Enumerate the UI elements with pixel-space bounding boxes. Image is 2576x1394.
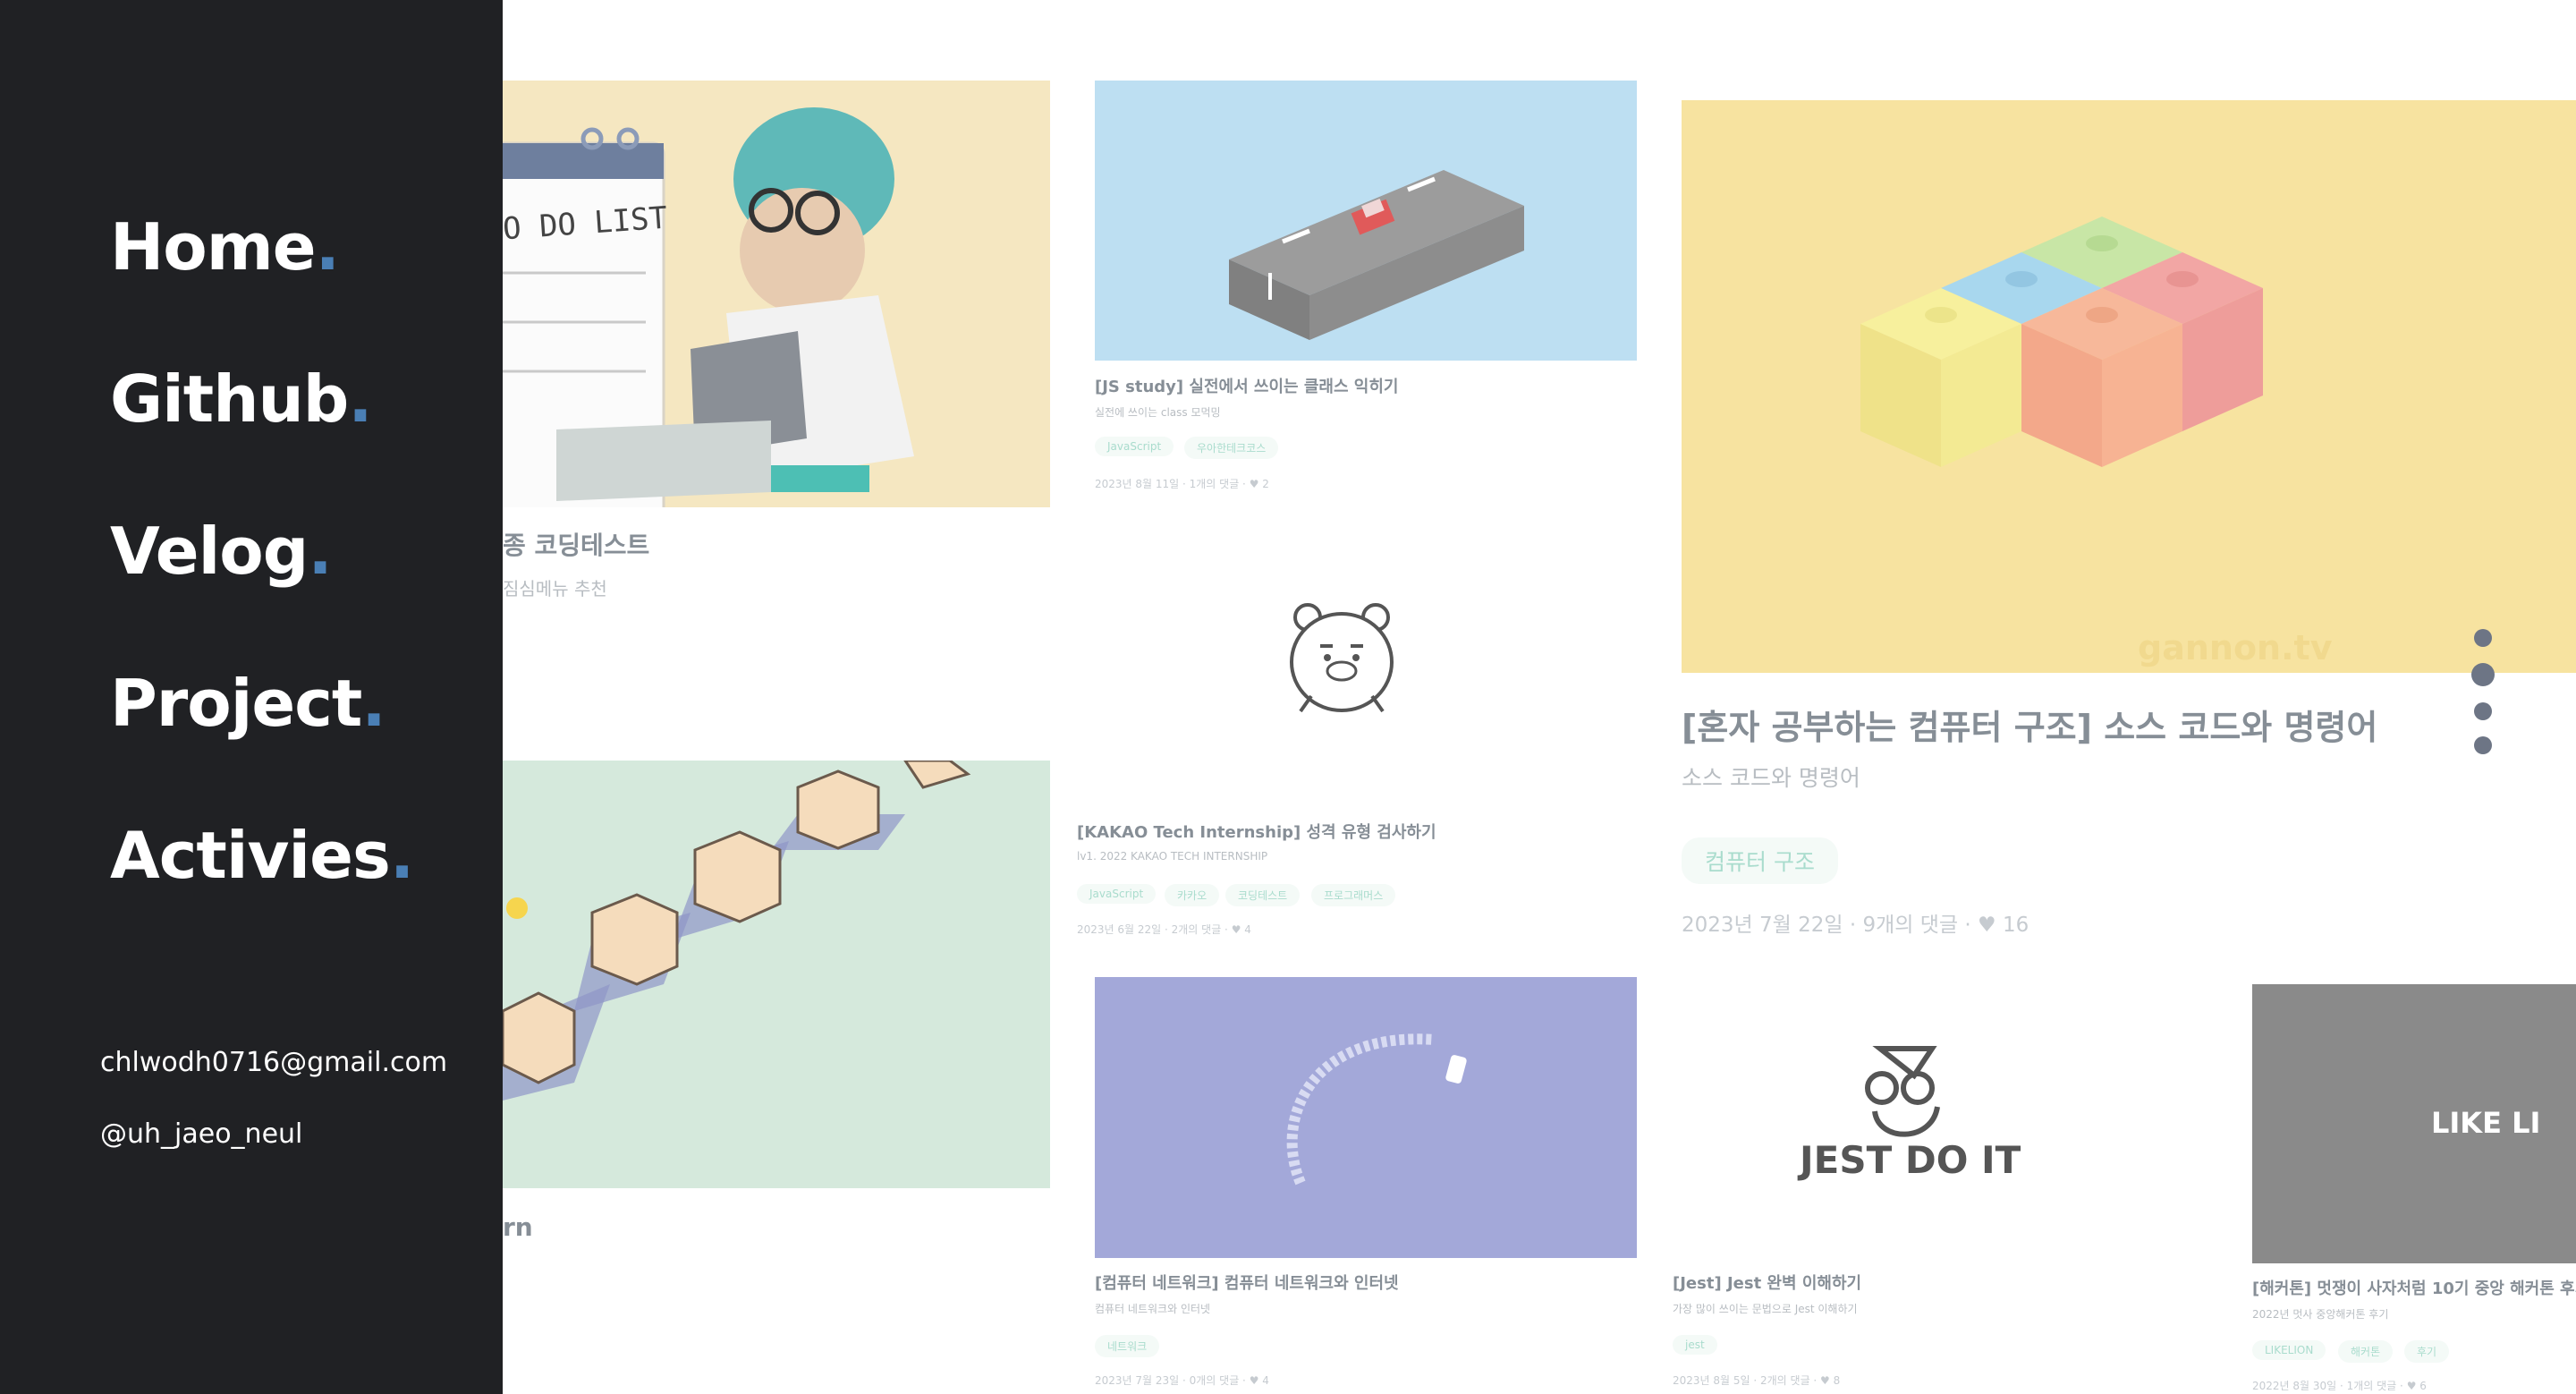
lego-illustration	[1860, 217, 2263, 467]
nav-velog-label: Velog	[110, 514, 309, 589]
nav-github-link[interactable]: Github.	[110, 367, 413, 519]
post-date-featured: 2023년 7월 22일	[1682, 914, 1843, 937]
contact-email[interactable]: chlwodh0716@gmail.com	[100, 1047, 447, 1078]
post-tag-hackathon-0[interactable]: LIKELION	[2252, 1340, 2326, 1360]
post-title-featured: [혼자 공부하는 컴퓨터 구조] 소스 코드와 명령어	[1682, 708, 2378, 747]
section-pager	[2470, 629, 2496, 770]
post-tag-kakao-3[interactable]: 프로그래머스	[1311, 884, 1396, 906]
post-card-jest[interactable]: JEST DO IT [Jest] Jest 완벽 이해하기 가장 많이 쓰이는…	[1673, 977, 2191, 1394]
post-thumbnail-jest: JEST DO IT	[1673, 977, 2191, 1258]
sidebar: Home. Github. Velog. Project. Activies. …	[0, 0, 503, 1394]
pager-dot-2-active[interactable]	[2471, 663, 2495, 686]
post-thumbnail-boxes	[503, 761, 1050, 1188]
jest-thumb-text: JEST DO IT	[1800, 1138, 2021, 1182]
post-card-todo[interactable]: O DO LIST 종 코딩테스트 짐심메뉴 추천	[503, 81, 1050, 617]
post-title-boxes: rn	[503, 1212, 533, 1242]
pager-dot-1[interactable]	[2474, 629, 2492, 647]
post-meta-network: 2023년 7월 23일 · 0개의 댓글 · ♥ 4	[1095, 1374, 1269, 1387]
post-thumbnail-todo: O DO LIST	[503, 81, 1050, 507]
nav-github-label: Github	[110, 361, 349, 437]
nav-project-label: Project	[110, 666, 362, 741]
ryan-illustration	[1290, 603, 1394, 713]
featured-watermark: gannon.tv	[2138, 628, 2333, 667]
post-tag-hackathon-2[interactable]: 후기	[2404, 1340, 2450, 1363]
pager-dot-3[interactable]	[2474, 702, 2492, 720]
meta-separator: ·	[1964, 914, 1979, 937]
post-meta-js-study: 2023년 8월 11일 · 1개의 댓글 · ♥ 2	[1095, 478, 1269, 490]
todo-illustration	[503, 107, 914, 507]
post-tag-kakao-0[interactable]: JavaScript	[1077, 884, 1157, 904]
post-title-network: [컴퓨터 네트워크] 컴퓨터 네트워크와 인터넷	[1095, 1274, 1399, 1293]
post-card-kakao[interactable]: [KAKAO Tech Internship] 성격 유형 검사하기 lv1. …	[1077, 537, 1637, 948]
nav-github-dot: .	[348, 361, 372, 437]
post-card-hackathon[interactable]: LIKE LI [해커톤] 멋쟁이 사자처럼 10기 중앙 해커톤 후기( 20…	[2252, 984, 2576, 1394]
post-title-jest: [Jest] Jest 완벽 이해하기	[1673, 1274, 1862, 1293]
post-likes-featured: 16	[2002, 914, 2029, 937]
post-gallery: O DO LIST 종 코딩테스트 짐심메뉴 추천 [JS study] 실전에…	[503, 0, 2576, 1394]
post-tag-js-study-1[interactable]: 우아한테크코스	[1184, 437, 1279, 459]
network-illustration	[1286, 1033, 1467, 1186]
post-subtitle-js-study: 실전에 쓰이는 class 모먹밍	[1095, 406, 1221, 419]
post-meta-featured: 2023년 7월 22일 · 9개의 댓글 · ♥ 16	[1682, 907, 2029, 938]
post-thumbnail-featured: gannon.tv	[1682, 100, 2576, 673]
post-thumbnail-kakao	[1077, 537, 1637, 805]
post-subtitle-hackathon: 2022년 멋사 중앙해커톤 후기	[2252, 1308, 2389, 1321]
post-tag-jest-0[interactable]: jest	[1673, 1335, 1717, 1355]
post-tag-featured[interactable]: 컴퓨터 구조	[1682, 837, 1838, 884]
post-comments-featured: 9개의 댓글	[1862, 914, 1959, 937]
nav-activies-link[interactable]: Activies.	[110, 823, 414, 975]
nav-home-link[interactable]: Home.	[110, 215, 413, 367]
nav-activies-dot: .	[389, 818, 414, 893]
post-subtitle-jest: 가장 많이 쓰이는 문법으로 Jest 이해하기	[1673, 1303, 1858, 1315]
hackathon-thumb-text: LIKE LI	[2431, 1106, 2541, 1140]
post-meta-jest: 2023년 8월 5일 · 2개의 댓글 · ♥ 8	[1673, 1374, 1841, 1387]
post-tag-kakao-2[interactable]: 코딩테스트	[1225, 884, 1301, 906]
heart-icon: ♥	[1978, 914, 1996, 937]
nav-home-label: Home	[110, 209, 317, 285]
nav-activies-label: Activies	[110, 818, 391, 893]
post-thumbnail-hackathon: LIKE LI	[2252, 984, 2576, 1263]
meta-separator: ·	[1849, 914, 1863, 937]
sidebar-nav: Home. Github. Velog. Project. Activies.	[110, 215, 414, 975]
contact-handle[interactable]: @uh_jaeo_neul	[100, 1118, 302, 1150]
post-subtitle-kakao: lv1. 2022 KAKAO TECH INTERNSHIP	[1077, 850, 1268, 863]
post-tag-hackathon-1[interactable]: 해커톤	[2338, 1340, 2394, 1363]
post-meta-hackathon: 2022년 8월 30일 · 1개의 댓글 · ♥ 6	[2252, 1380, 2427, 1392]
post-tag-js-study-0[interactable]: JavaScript	[1095, 437, 1174, 456]
post-thumbnail-network	[1095, 977, 1637, 1258]
post-tag-network-0[interactable]: 네트워크	[1095, 1335, 1160, 1357]
nav-project-link[interactable]: Project.	[110, 671, 413, 823]
road-illustration	[1229, 170, 1524, 340]
post-card-featured[interactable]: gannon.tv [혼자 공부하는 컴퓨터 구조] 소스 코드와 명령어 소스…	[1682, 100, 2576, 941]
post-title-todo: 종 코딩테스트	[503, 531, 650, 560]
nav-project-dot: .	[361, 666, 386, 741]
post-thumbnail-js-study	[1095, 81, 1637, 361]
post-meta-kakao: 2023년 6월 22일 · 2개의 댓글 · ♥ 4	[1077, 923, 1251, 936]
post-subtitle-network: 컴퓨터 네트워크와 인터넷	[1095, 1303, 1211, 1315]
nav-velog-link[interactable]: Velog.	[110, 519, 413, 671]
pager-dot-4[interactable]	[2474, 736, 2492, 754]
post-title-kakao: [KAKAO Tech Internship] 성격 유형 검사하기	[1077, 823, 1436, 842]
nav-velog-dot: .	[308, 514, 332, 589]
post-card-network[interactable]: [컴퓨터 네트워크] 컴퓨터 네트워크와 인터넷 컴퓨터 네트워크와 인터넷 네…	[1095, 977, 1637, 1394]
post-title-hackathon: [해커톤] 멋쟁이 사자처럼 10기 중앙 해커톤 후기(	[2252, 1279, 2576, 1298]
post-tag-kakao-1[interactable]: 카카오	[1165, 884, 1220, 906]
post-subtitle-todo: 짐심메뉴 추천	[503, 578, 607, 599]
post-subtitle-featured: 소스 코드와 명령어	[1682, 765, 1860, 791]
jest-logo-illustration	[1865, 1046, 1940, 1137]
boxes-illustration	[503, 761, 971, 1101]
nav-home-dot: .	[315, 209, 340, 285]
post-card-js-study[interactable]: [JS study] 실전에서 쓰이는 클래스 익히기 실전에 쓰이는 clas…	[1095, 81, 1637, 492]
post-title-js-study: [JS study] 실전에서 쓰이는 클래스 익히기	[1095, 378, 1399, 396]
post-card-boxes[interactable]: rn	[503, 761, 1050, 1262]
